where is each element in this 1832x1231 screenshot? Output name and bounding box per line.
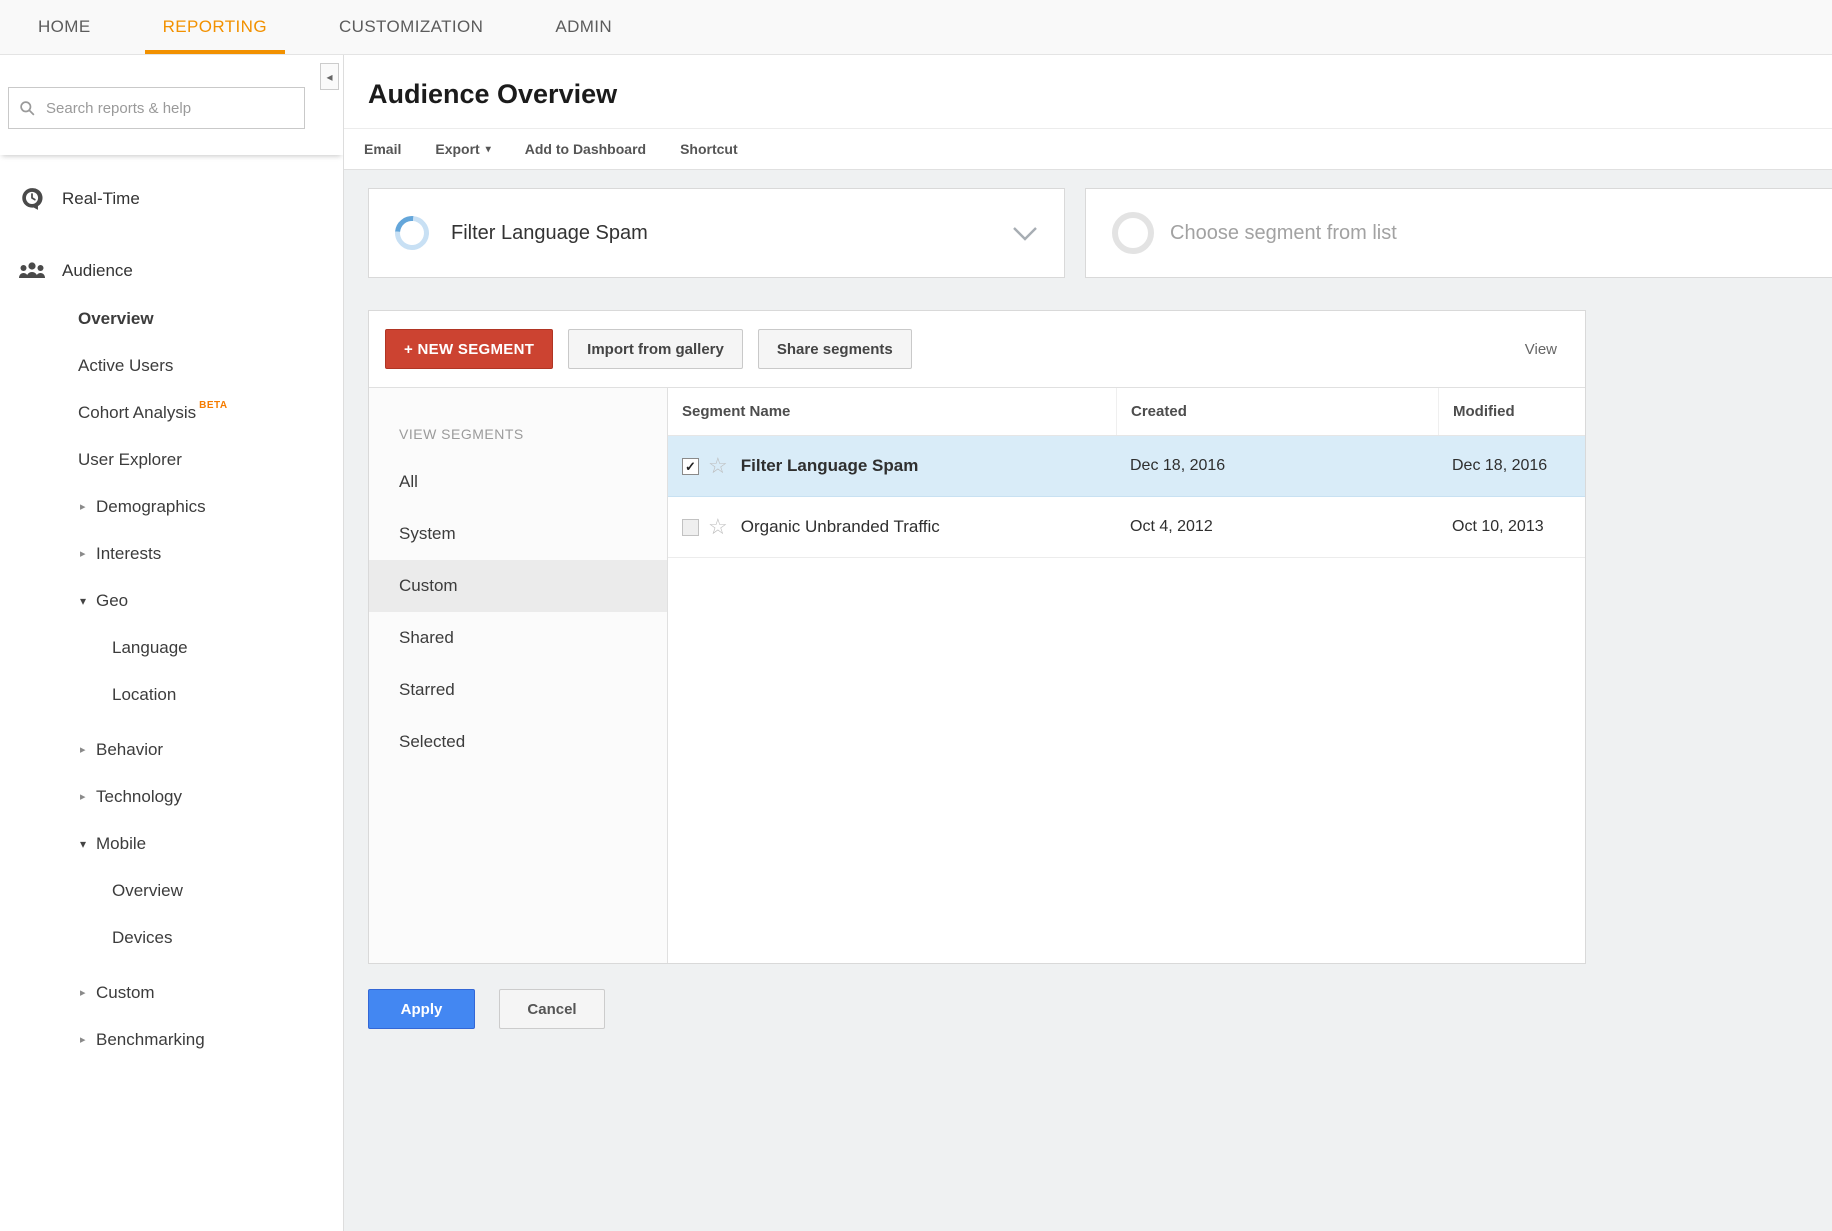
segment-checkbox[interactable]: ✓ — [682, 519, 699, 536]
sidebar-item-devices[interactable]: Devices — [0, 914, 343, 961]
column-header-segment-name: Segment Name — [668, 388, 1116, 435]
sidebar-item-benchmarking[interactable]: ▸ Benchmarking — [0, 1016, 343, 1063]
column-header-created: Created — [1116, 388, 1438, 435]
current-segment-label: Filter Language Spam — [451, 222, 648, 245]
sidebar-item-custom[interactable]: ▸ Custom — [0, 969, 343, 1016]
real-time-icon — [16, 186, 48, 212]
main-content: Audience Overview Email Export ▾ Add to … — [344, 55, 1832, 1231]
segment-filter-all[interactable]: All — [369, 456, 667, 508]
arrow-right-icon: ▸ — [80, 500, 96, 513]
segment-checkbox[interactable]: ✓ — [682, 458, 699, 475]
add-to-dashboard-action[interactable]: Add to Dashboard — [525, 141, 646, 157]
segment-donut-icon — [388, 209, 436, 257]
arrow-down-icon: ▾ — [80, 837, 96, 851]
segment-name: Filter Language Spam — [741, 456, 919, 476]
search-input[interactable] — [44, 99, 294, 118]
audience-icon — [16, 260, 48, 282]
segment-pickers: Filter Language Spam Choose segment from… — [368, 188, 1832, 278]
search-icon — [19, 100, 36, 117]
sidebar-item-user-explorer[interactable]: User Explorer — [0, 436, 343, 483]
view-segments-list: VIEW SEGMENTS All System Custom Shared S… — [369, 388, 668, 963]
segment-created-date: Oct 4, 2012 — [1116, 518, 1438, 536]
segment-manager-panel: + NEW SEGMENT Import from gallery Share … — [368, 310, 1586, 964]
segments-table-header: Segment Name Created Modified — [668, 388, 1585, 436]
segments-table: Segment Name Created Modified ✓ ☆ Filter… — [668, 388, 1585, 963]
sidebar-collapse-button[interactable]: ◂ — [320, 63, 339, 90]
sidebar-item-demographics[interactable]: ▸ Demographics — [0, 483, 343, 530]
nav-tab-customization[interactable]: CUSTOMIZATION — [321, 0, 501, 54]
share-segments-button[interactable]: Share segments — [758, 329, 912, 369]
sidebar-item-technology[interactable]: ▸ Technology — [0, 773, 343, 820]
sidebar-item-overview[interactable]: Overview — [0, 295, 343, 342]
segment-filter-custom[interactable]: Custom — [369, 560, 667, 612]
sidebar-item-geo[interactable]: ▾ Geo — [0, 577, 343, 624]
star-icon[interactable]: ☆ — [708, 455, 728, 477]
nav-tab-reporting[interactable]: REPORTING — [145, 0, 285, 54]
segment-name: Organic Unbranded Traffic — [741, 517, 940, 537]
new-segment-button[interactable]: + NEW SEGMENT — [385, 329, 553, 369]
chevron-down-icon[interactable] — [1012, 226, 1038, 241]
arrow-right-icon: ▸ — [80, 743, 96, 756]
sidebar-item-real-time[interactable]: Real-Time — [0, 175, 343, 223]
page-header: Audience Overview Email Export ▾ Add to … — [344, 55, 1832, 170]
email-action[interactable]: Email — [364, 141, 401, 157]
search-box — [8, 87, 305, 129]
segment-panel-footer: Apply Cancel — [368, 989, 1832, 1029]
sidebar-item-active-users[interactable]: Active Users — [0, 342, 343, 389]
view-segments-title: VIEW SEGMENTS — [369, 426, 667, 442]
sidebar-item-behavior[interactable]: ▸ Behavior — [0, 726, 343, 773]
segment-donut-icon — [1112, 212, 1154, 254]
segment-filter-system[interactable]: System — [369, 508, 667, 560]
nav-tab-home[interactable]: HOME — [20, 0, 109, 54]
segment-created-date: Dec 18, 2016 — [1116, 457, 1438, 475]
sidebar-item-location[interactable]: Location — [0, 671, 343, 718]
arrow-right-icon: ▸ — [80, 547, 96, 560]
segment-toolbar: + NEW SEGMENT Import from gallery Share … — [369, 311, 1585, 388]
arrow-down-icon: ▾ — [80, 594, 96, 608]
choose-segment-card[interactable]: Choose segment from list — [1085, 188, 1832, 278]
segment-modified-date: Oct 10, 2013 — [1438, 518, 1585, 536]
sidebar-item-language[interactable]: Language — [0, 624, 343, 671]
shortcut-action[interactable]: Shortcut — [680, 141, 738, 157]
current-segment-card[interactable]: Filter Language Spam — [368, 188, 1065, 278]
sidebar-item-interests[interactable]: ▸ Interests — [0, 530, 343, 577]
export-action[interactable]: Export ▾ — [435, 141, 490, 157]
star-icon[interactable]: ☆ — [708, 516, 728, 538]
sidebar-search-area: ◂ — [0, 55, 343, 155]
arrow-right-icon: ▸ — [80, 986, 96, 999]
segment-filter-selected[interactable]: Selected — [369, 716, 667, 768]
sidebar-item-mobile-overview[interactable]: Overview — [0, 867, 343, 914]
report-action-bar: Email Export ▾ Add to Dashboard Shortcut — [344, 128, 1832, 170]
view-label: View — [1525, 341, 1557, 358]
segment-filter-shared[interactable]: Shared — [369, 612, 667, 664]
top-navigation: HOME REPORTING CUSTOMIZATION ADMIN — [0, 0, 1832, 55]
report-content: Filter Language Spam Choose segment from… — [344, 170, 1832, 1231]
segment-row-organic-unbranded-traffic[interactable]: ✓ ☆ Organic Unbranded Traffic Oct 4, 201… — [668, 497, 1585, 558]
choose-segment-label: Choose segment from list — [1170, 222, 1397, 245]
cancel-button[interactable]: Cancel — [499, 989, 605, 1029]
report-navigation: Real-Time Audience Overview Active Users… — [0, 155, 343, 1063]
sidebar: ◂ Real-Time Audience Overview Active Use… — [0, 55, 344, 1231]
segment-modified-date: Dec 18, 2016 — [1438, 457, 1585, 475]
sidebar-item-audience[interactable]: Audience — [0, 247, 343, 295]
caret-down-icon: ▾ — [486, 144, 491, 155]
arrow-right-icon: ▸ — [80, 790, 96, 803]
segment-row-filter-language-spam[interactable]: ✓ ☆ Filter Language Spam Dec 18, 2016 De… — [668, 436, 1585, 497]
sidebar-item-cohort-analysis[interactable]: Cohort Analysis BETA — [0, 389, 343, 436]
arrow-right-icon: ▸ — [80, 1033, 96, 1046]
apply-button[interactable]: Apply — [368, 989, 475, 1029]
page-title: Audience Overview — [368, 79, 1832, 110]
check-icon: ✓ — [685, 460, 696, 473]
column-header-modified: Modified — [1438, 388, 1585, 435]
import-from-gallery-button[interactable]: Import from gallery — [568, 329, 743, 369]
beta-badge: BETA — [199, 400, 227, 411]
nav-tab-admin[interactable]: ADMIN — [537, 0, 630, 54]
segment-filter-starred[interactable]: Starred — [369, 664, 667, 716]
sidebar-item-mobile[interactable]: ▾ Mobile — [0, 820, 343, 867]
